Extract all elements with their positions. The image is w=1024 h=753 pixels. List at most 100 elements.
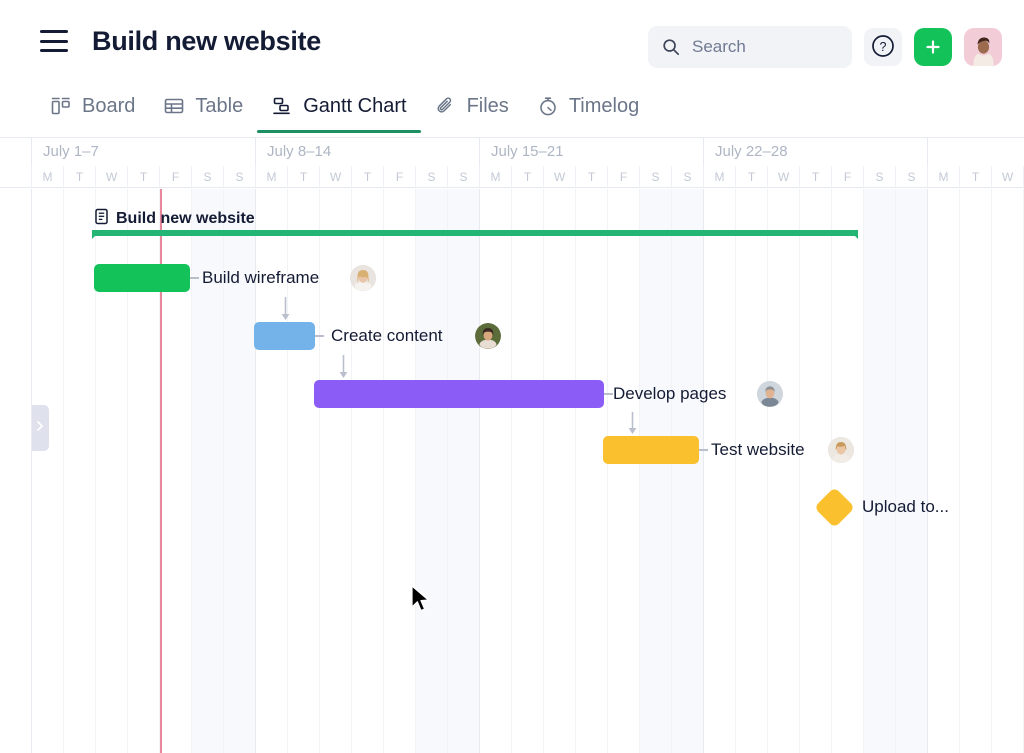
task-bar[interactable] <box>254 322 315 350</box>
sidebar-expand-handle[interactable] <box>32 405 49 451</box>
page-title: Build new website <box>92 26 321 57</box>
task-assignee-avatar[interactable] <box>757 381 783 407</box>
task-connector-stub <box>315 335 324 337</box>
grid-column-line <box>895 189 896 753</box>
search-icon <box>662 38 680 56</box>
task-bar[interactable] <box>94 264 190 292</box>
grid-column-line <box>415 189 416 753</box>
view-tabs: Board Table Gantt Chart <box>0 82 1024 138</box>
week-header-cell: July 22–28 <box>703 138 927 166</box>
grid-column-line <box>575 189 576 753</box>
day-header-cell: M <box>255 166 287 188</box>
tab-files[interactable]: Files <box>421 82 523 130</box>
plus-icon <box>923 37 943 57</box>
grid-column-line <box>991 189 992 753</box>
day-header-cell: M <box>927 166 959 188</box>
grid-column-line <box>927 189 928 753</box>
task-label[interactable]: Create content <box>331 326 443 346</box>
milestone-label[interactable]: Upload to... <box>862 497 949 517</box>
summary-group-name: Build new website <box>116 210 255 228</box>
weekend-column-shade <box>415 189 447 753</box>
day-header-cell: S <box>415 166 447 188</box>
weekend-column-shade <box>863 189 895 753</box>
document-icon <box>94 208 109 230</box>
mouse-cursor <box>410 585 432 618</box>
week-header-cell <box>927 138 1024 166</box>
day-header-cell: W <box>95 166 127 188</box>
grid-column-line <box>735 189 736 753</box>
timeline-header: July 1–7July 8–14July 15–21July 22–28 MT… <box>0 138 1024 188</box>
milestone-marker[interactable] <box>814 487 855 528</box>
grid-column-line <box>639 189 640 753</box>
day-header-cell: T <box>287 166 319 188</box>
avatar-image <box>964 28 1002 66</box>
summary-bar[interactable] <box>92 230 858 236</box>
paperclip-icon <box>435 95 457 117</box>
day-header-cell: S <box>895 166 927 188</box>
day-header-cell: F <box>383 166 415 188</box>
tab-timelog[interactable]: Timelog <box>523 82 653 130</box>
dependency-arrow <box>280 297 291 325</box>
day-header-cell: T <box>575 166 607 188</box>
grid-column-line <box>447 189 448 753</box>
help-button[interactable]: ? <box>864 28 902 66</box>
add-button[interactable] <box>914 28 952 66</box>
task-bar[interactable] <box>314 380 604 408</box>
summary-bar-cap-left <box>92 230 101 239</box>
task-label[interactable]: Develop pages <box>613 384 726 404</box>
grid-column-line <box>799 189 800 753</box>
day-header-cell: T <box>959 166 991 188</box>
day-header-cell: W <box>319 166 351 188</box>
tab-gantt-chart[interactable]: Gantt Chart <box>257 82 420 130</box>
day-header-cell: M <box>479 166 511 188</box>
day-header-cell: W <box>767 166 799 188</box>
grid-column-line <box>831 189 832 753</box>
day-header-cell: M <box>31 166 63 188</box>
week-header-cell: July 1–7 <box>31 138 255 166</box>
day-header-cell: F <box>831 166 863 188</box>
question-mark-icon: ? <box>871 34 895 61</box>
task-label[interactable]: Test website <box>711 440 805 460</box>
day-header-cell: T <box>511 166 543 188</box>
search-placeholder: Search <box>692 37 746 57</box>
task-bar[interactable] <box>603 436 699 464</box>
hamburger-icon[interactable] <box>40 30 68 52</box>
day-header-cell: W <box>543 166 575 188</box>
task-assignee-avatar[interactable] <box>828 437 854 463</box>
dependency-arrow <box>627 412 638 439</box>
task-connector-stub <box>699 449 708 451</box>
tab-table[interactable]: Table <box>149 82 257 130</box>
day-header-cell: S <box>223 166 255 188</box>
grid-column-line <box>671 189 672 753</box>
day-header-cell: F <box>607 166 639 188</box>
day-header-cell: T <box>351 166 383 188</box>
task-label[interactable]: Build wireframe <box>202 268 319 288</box>
timeline-header-underline <box>0 187 1024 188</box>
day-header-cell: T <box>63 166 95 188</box>
day-header-cell: S <box>671 166 703 188</box>
stopwatch-icon <box>537 95 559 117</box>
task-assignee-avatar[interactable] <box>475 323 501 349</box>
avatar[interactable] <box>964 28 1002 66</box>
svg-text:?: ? <box>880 40 887 54</box>
chevron-right-icon <box>35 419 46 438</box>
weekend-column-shade <box>447 189 479 753</box>
top-bar: Build new website Search ? <box>0 0 1024 82</box>
grid-column-line <box>383 189 384 753</box>
tab-board[interactable]: Board <box>36 82 149 130</box>
gantt-app: Build new website Search ? <box>0 0 1024 753</box>
grid-column-line <box>479 189 480 753</box>
tab-files-label: Files <box>467 95 509 118</box>
week-header-cell: July 8–14 <box>255 138 479 166</box>
weekend-column-shade <box>639 189 671 753</box>
search-input[interactable]: Search <box>648 26 852 68</box>
grid-column-line <box>543 189 544 753</box>
grid-column-line <box>703 189 704 753</box>
day-header-cell: T <box>799 166 831 188</box>
grid-column-line <box>607 189 608 753</box>
tab-table-label: Table <box>195 95 243 118</box>
day-header-cell: S <box>639 166 671 188</box>
week-header-cell: July 15–21 <box>479 138 703 166</box>
task-assignee-avatar[interactable] <box>350 265 376 291</box>
day-header-cell: S <box>863 166 895 188</box>
